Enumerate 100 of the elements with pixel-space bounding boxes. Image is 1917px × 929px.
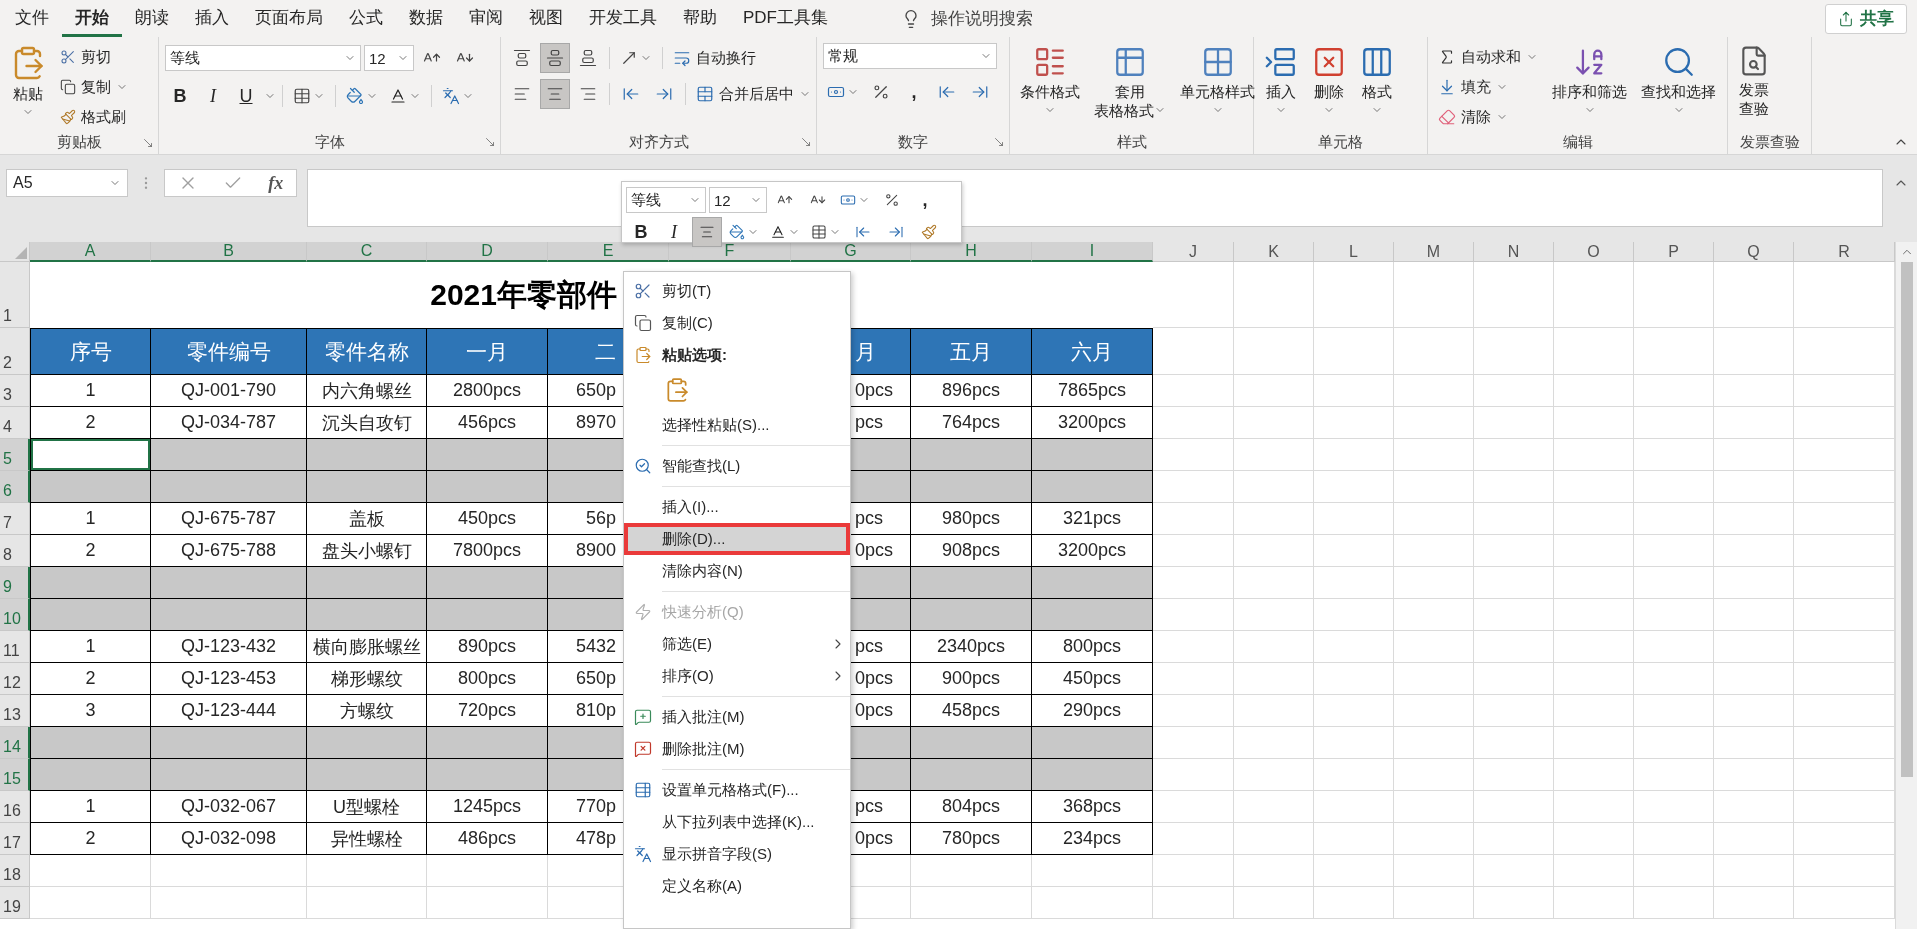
grid-icon	[293, 87, 311, 105]
style-button[interactable]: 套用 表格格式	[1090, 43, 1170, 122]
menu-item[interactable]: 剪切(T)	[624, 275, 850, 307]
column-header[interactable]: J	[1153, 242, 1234, 262]
column-header[interactable]: A	[30, 242, 151, 262]
row-header[interactable]: 10	[0, 599, 30, 631]
column-header[interactable]: R	[1794, 242, 1895, 262]
corner-arrow-icon[interactable]	[142, 136, 154, 149]
column-header[interactable]: G	[791, 242, 911, 262]
row-header[interactable]: 18	[0, 855, 30, 887]
horizontal-align-button[interactable]	[540, 79, 570, 109]
table-cell: QJ-123-444	[151, 695, 307, 727]
table-cell: 1	[30, 375, 151, 407]
wrap-text-button[interactable]: 自动换行	[669, 44, 760, 72]
column-header[interactable]: D	[427, 242, 548, 262]
corner-arrow-icon[interactable]	[484, 136, 496, 148]
lightning-icon	[634, 603, 652, 621]
copy-button[interactable]: 复制	[56, 73, 132, 101]
cells-button[interactable]: 插入	[1260, 43, 1302, 118]
cells-button[interactable]: 格式	[1356, 43, 1398, 118]
menu-tab[interactable]: 数据	[396, 0, 456, 37]
column-header[interactable]: O	[1554, 242, 1634, 262]
row-header[interactable]: 6	[0, 471, 30, 503]
column-header[interactable]: B	[151, 242, 307, 262]
corner-arrow-icon[interactable]	[800, 136, 812, 148]
font-size-field[interactable]: 12	[709, 187, 767, 213]
invoice-check-button[interactable]: 发票 查验	[1734, 43, 1774, 120]
comma-style-button[interactable]: ,	[910, 185, 940, 215]
column-header[interactable]: C	[307, 242, 427, 262]
row-header[interactable]: 3	[0, 375, 30, 407]
row-header[interactable]: 4	[0, 407, 30, 439]
row-header[interactable]: 1	[0, 262, 30, 328]
scrollbar-thumb[interactable]	[1900, 262, 1913, 777]
clear-button[interactable]: 清除	[1434, 103, 1542, 131]
center-align-button[interactable]	[692, 217, 722, 247]
share-button[interactable]: 共享	[1825, 3, 1907, 34]
underline-button[interactable]: U	[231, 81, 261, 111]
italic-button[interactable]: I	[198, 81, 228, 111]
insert-function-button[interactable]: fx	[268, 172, 284, 194]
row-header[interactable]: 15	[0, 759, 30, 791]
merge-center-button[interactable]: 合并后居中	[692, 80, 815, 108]
name-box[interactable]: A5	[6, 169, 128, 197]
percent-icon	[884, 192, 900, 208]
row-header[interactable]: 17	[0, 823, 30, 855]
row-header[interactable]: 13	[0, 695, 30, 727]
cut-button[interactable]: 剪切	[56, 43, 132, 71]
column-header[interactable]: Q	[1714, 242, 1794, 262]
row-header[interactable]: 2	[0, 328, 30, 375]
row-header[interactable]: 7	[0, 503, 30, 535]
menu-item[interactable]: 删除(D)...	[624, 523, 850, 555]
row-header[interactable]: 16	[0, 791, 30, 823]
column-header[interactable]: P	[1634, 242, 1714, 262]
menu-tab[interactable]: 视图	[516, 0, 576, 37]
cells-button[interactable]: 删除	[1308, 43, 1350, 118]
vertical-scrollbar[interactable]	[1895, 242, 1917, 929]
menu-tab[interactable]: 审阅	[456, 0, 516, 37]
find-select-button[interactable]: 查找和选择	[1637, 43, 1720, 118]
menu-item[interactable]: 定义名称(A)	[624, 870, 850, 902]
autosum-button[interactable]: 自动求和	[1434, 43, 1542, 71]
vertical-align-button[interactable]	[540, 43, 570, 73]
row-header[interactable]: 19	[0, 887, 30, 919]
menu-item[interactable]: 智能查找(L)	[624, 450, 850, 482]
menu-tab[interactable]: 朗读	[122, 0, 182, 37]
column-header[interactable]: I	[1032, 242, 1153, 262]
menu-tab[interactable]: 帮助	[670, 0, 730, 37]
menu-tab[interactable]: 公式	[336, 0, 396, 37]
column-header[interactable]: K	[1234, 242, 1314, 262]
paste-button[interactable]: 粘贴	[6, 43, 50, 120]
corner-arrow-icon[interactable]	[993, 136, 1005, 148]
menu-tab[interactable]: 开发工具	[576, 0, 670, 37]
style-button[interactable]: 条件格式	[1016, 43, 1084, 118]
comment-x-icon	[634, 740, 652, 758]
column-header[interactable]: M	[1394, 242, 1474, 262]
column-header[interactable]: E	[548, 242, 669, 262]
font-size-field[interactable]: 12	[364, 45, 414, 71]
fill-button[interactable]: 填充	[1434, 73, 1542, 101]
column-header[interactable]: L	[1314, 242, 1394, 262]
search-field[interactable]: 操作说明搜索	[929, 7, 1073, 30]
menu-tab[interactable]: 页面布局	[242, 0, 336, 37]
menu-tab[interactable]: 文件	[2, 0, 62, 37]
column-header[interactable]: H	[911, 242, 1032, 262]
row-header[interactable]: 8	[0, 535, 30, 567]
row-header[interactable]: 12	[0, 663, 30, 695]
row-header[interactable]: 11	[0, 631, 30, 663]
table-cell: 7800pcs	[427, 535, 548, 567]
format-painter-button[interactable]: 格式刷	[56, 103, 132, 131]
menu-item[interactable]: 删除批注(M)	[624, 733, 850, 765]
sort-filter-button[interactable]: 排序和筛选	[1548, 43, 1631, 118]
font-name-field[interactable]: 等线	[626, 187, 706, 213]
style-button[interactable]: 单元格样式	[1176, 43, 1259, 118]
number-format-field[interactable]: 常规	[823, 43, 997, 69]
row-header[interactable]: 14	[0, 727, 30, 759]
font-name-field[interactable]: 等线	[165, 45, 361, 71]
bold-button[interactable]: B	[165, 81, 195, 111]
column-header[interactable]: N	[1474, 242, 1554, 262]
row-header[interactable]: 9	[0, 567, 30, 599]
menu-tab[interactable]: PDF工具集	[730, 0, 841, 37]
comma-style-button[interactable]: ,	[899, 77, 929, 107]
menu-tab[interactable]: 插入	[182, 0, 242, 37]
row-header[interactable]: 5	[0, 439, 30, 471]
